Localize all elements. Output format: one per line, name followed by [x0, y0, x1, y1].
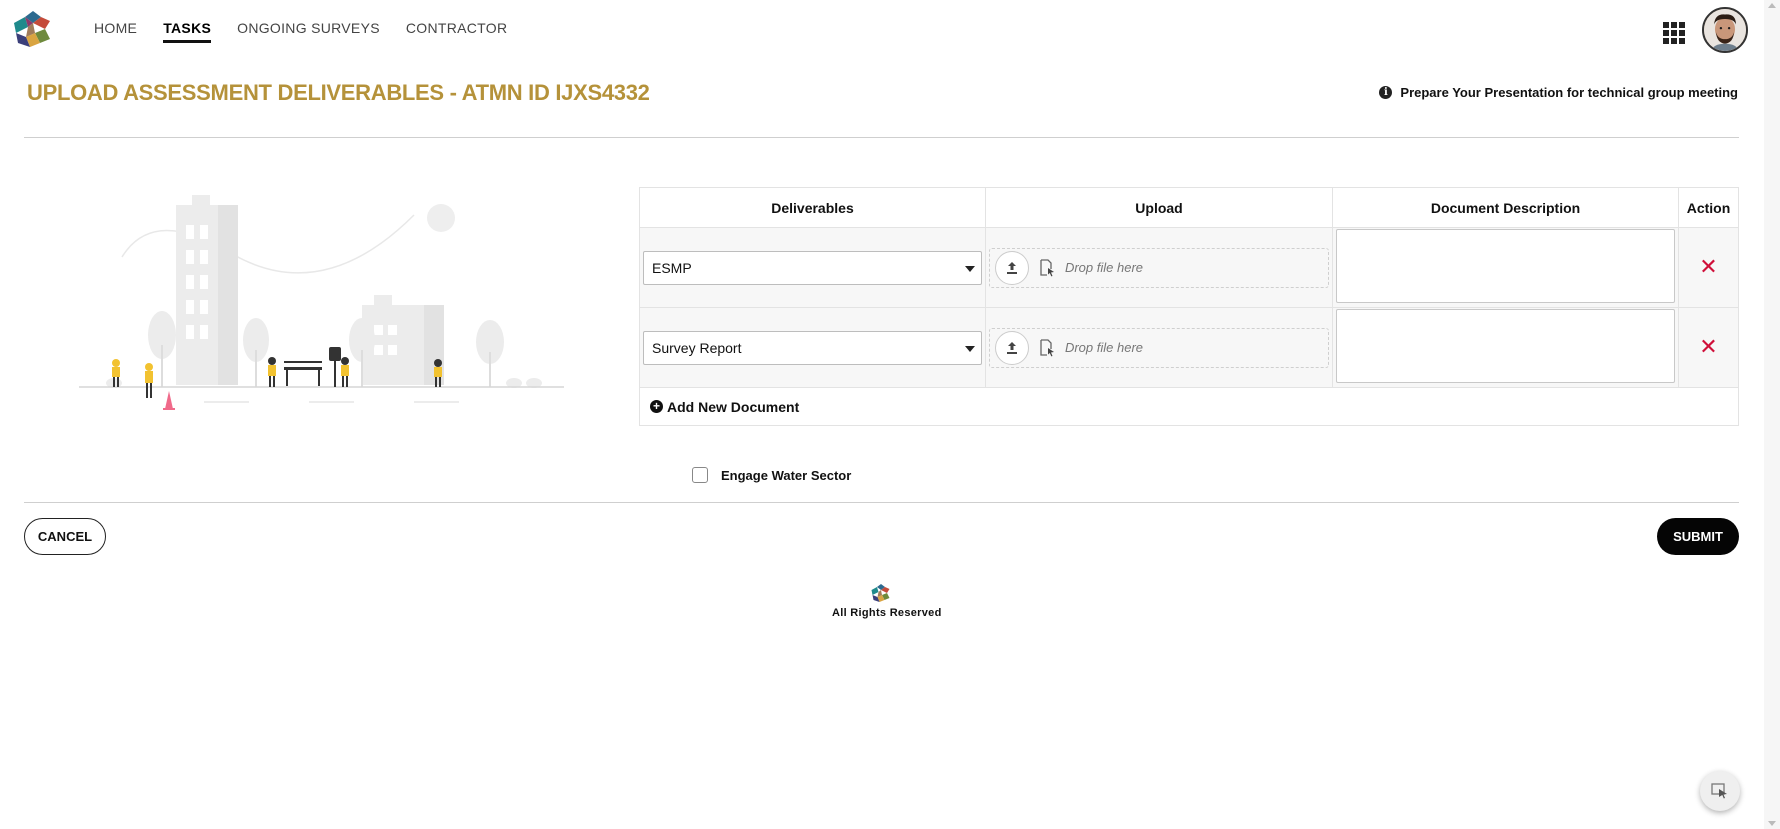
add-new-document-button[interactable]: + Add New Document [643, 399, 1735, 415]
engage-water-sector: Engage Water Sector [692, 467, 851, 483]
apps-grid-icon[interactable] [1663, 22, 1685, 44]
plus-circle-icon: + [650, 400, 663, 413]
submit-button[interactable]: SUBMIT [1657, 518, 1739, 555]
upload-icon[interactable] [994, 250, 1029, 285]
engage-water-sector-checkbox[interactable] [692, 467, 708, 483]
presentation-note: i Prepare Your Presentation for technica… [1379, 85, 1738, 100]
file-drop-icon [1040, 258, 1054, 276]
page-title: UPLOAD ASSESSMENT DELIVERABLES - ATMN ID… [27, 80, 650, 105]
presentation-note-text: Prepare Your Presentation for technical … [1400, 85, 1738, 100]
header-document-description: Document Description [1332, 187, 1680, 228]
file-drop-icon [1040, 338, 1054, 356]
table-row: ESMP Drop file here ✕ [639, 227, 1739, 308]
scroll-up-icon[interactable] [1768, 3, 1776, 8]
pointer-tool-button[interactable] [1700, 771, 1740, 811]
deliverable-select[interactable]: Survey Report [643, 330, 982, 365]
table-row: Survey Report Drop file here ✕ [639, 307, 1739, 388]
deliverables-table: Deliverables Upload Document Description… [639, 187, 1739, 426]
add-document-row: + Add New Document [639, 387, 1739, 426]
cursor-select-icon [1711, 783, 1727, 799]
header-upload: Upload [985, 187, 1334, 228]
nav-home[interactable]: HOME [94, 20, 137, 41]
drop-file-text: Drop file here [1064, 260, 1144, 275]
nav-ongoing-surveys[interactable]: ONGOING SURVEYS [237, 20, 380, 41]
header-deliverables: Deliverables [639, 187, 986, 228]
engage-water-sector-label: Engage Water Sector [721, 467, 852, 483]
table-header-row: Deliverables Upload Document Description… [639, 187, 1739, 228]
user-avatar[interactable] [1702, 7, 1748, 53]
document-description-field[interactable] [1336, 309, 1676, 383]
add-new-document-label: Add New Document [667, 398, 800, 415]
header-action: Action [1678, 187, 1739, 228]
deliverable-select[interactable]: ESMP [643, 250, 982, 285]
chevron-down-icon [964, 265, 975, 272]
city-workers-illustration [79, 195, 564, 410]
chevron-down-icon [964, 345, 975, 352]
deliverable-select-value: ESMP [652, 259, 692, 276]
footer-logo [871, 584, 890, 602]
delete-row-icon[interactable]: ✕ [1682, 255, 1735, 280]
file-dropzone[interactable]: Drop file here [988, 327, 1330, 368]
file-dropzone[interactable]: Drop file here [988, 247, 1330, 288]
nav-tasks[interactable]: TASKS [163, 20, 212, 43]
delete-row-icon[interactable]: ✕ [1682, 335, 1735, 360]
page: HOME TASKS ONGOING SURVEYS CONTRACTOR UP… [0, 0, 1780, 829]
brand-logo[interactable] [12, 9, 54, 49]
divider [24, 137, 1739, 138]
upload-icon[interactable] [994, 330, 1029, 365]
deliverable-select-value: Survey Report [652, 339, 742, 356]
document-description-field[interactable] [1336, 229, 1676, 303]
divider [24, 502, 1739, 503]
scroll-down-icon[interactable] [1768, 821, 1776, 826]
info-icon: i [1379, 86, 1393, 99]
main-nav: HOME TASKS ONGOING SURVEYS CONTRACTOR [94, 20, 508, 43]
footer-copyright: All Rights Reserved [832, 607, 942, 619]
drop-file-text: Drop file here [1064, 340, 1144, 355]
nav-contractor[interactable]: CONTRACTOR [406, 20, 508, 41]
vertical-scrollbar[interactable] [1764, 0, 1780, 829]
cancel-button[interactable]: CANCEL [24, 518, 106, 555]
